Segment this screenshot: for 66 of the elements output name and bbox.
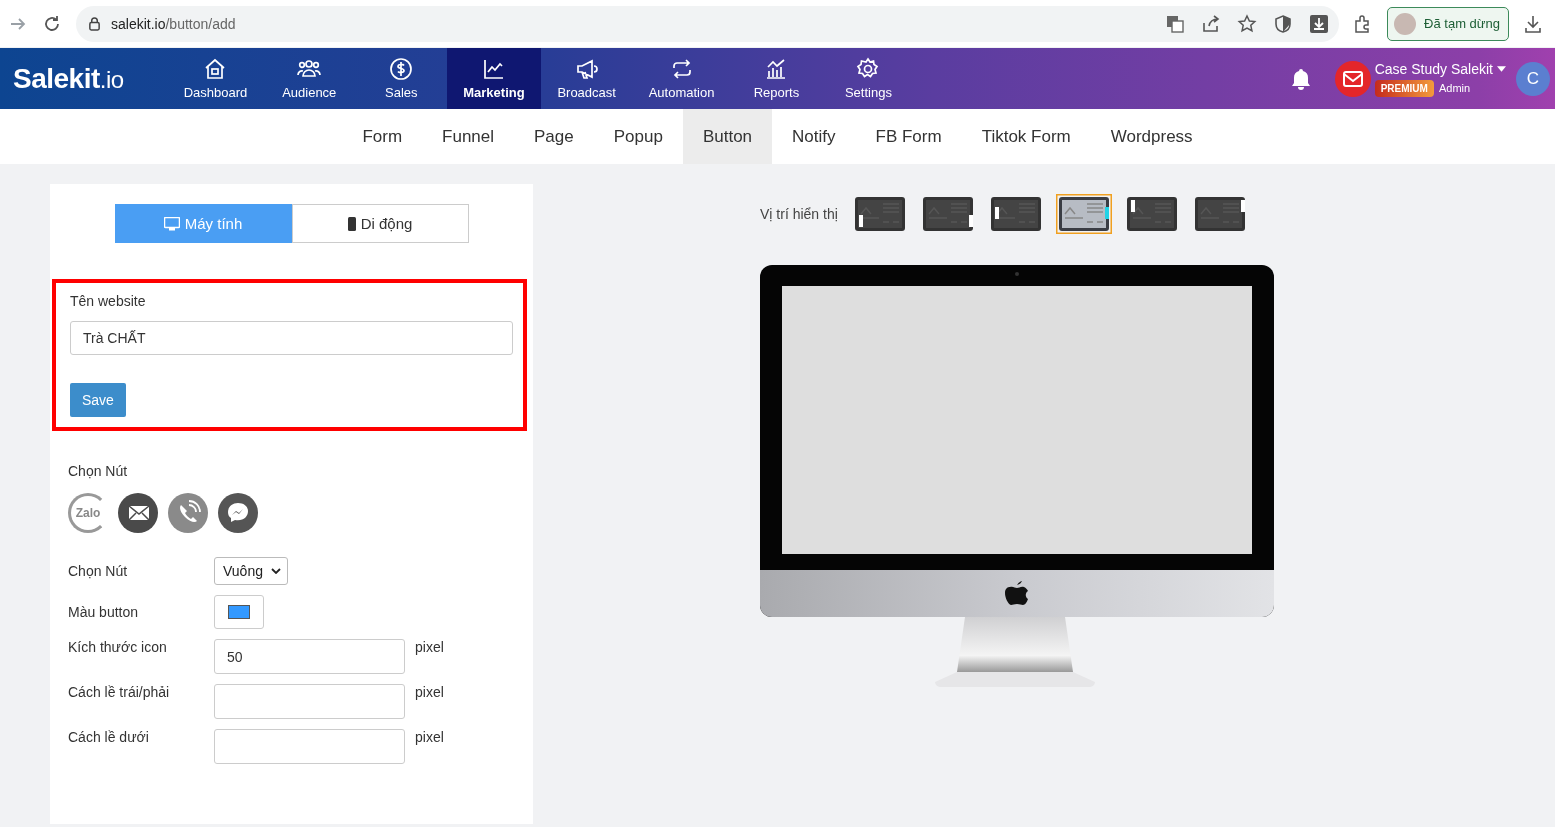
nav-item[interactable]: Automation [632, 48, 731, 109]
chart-icon [481, 57, 506, 81]
avatar-placeholder [1394, 12, 1417, 35]
setting-label: Kích thước icon [68, 639, 168, 655]
premium-badge: PREMIUM [1374, 79, 1434, 97]
messenger-button-icon[interactable] [218, 493, 258, 533]
translate-icon[interactable] [1165, 13, 1186, 34]
nav-item[interactable]: Dashboard [167, 48, 264, 109]
caret-icon[interactable] [1497, 65, 1506, 72]
section-label: Chọn Nút [68, 463, 129, 479]
position-label: Vị trí hiển thị [760, 206, 838, 222]
settings-icon [856, 57, 881, 81]
desktop-icon [163, 216, 180, 231]
share-icon[interactable] [1201, 13, 1222, 34]
save-button[interactable]: Save [70, 383, 126, 417]
unit-label: pixel [415, 684, 444, 700]
setting-label: Chọn Nút [68, 563, 129, 579]
unit-label: pixel [415, 639, 444, 655]
color-picker[interactable] [214, 595, 264, 629]
subnav-tab[interactable]: Wordpress [1090, 109, 1213, 164]
subnav-tab[interactable]: Tiktok Form [961, 109, 1091, 164]
phone-button-icon[interactable] [168, 493, 208, 533]
logo[interactable]: Salekit.io [0, 62, 168, 95]
dollar-icon [389, 57, 414, 81]
field-label: Tên website [70, 293, 146, 309]
subnav-tab[interactable]: Popup [593, 109, 683, 164]
pixel-input-field[interactable] [214, 684, 405, 719]
caret-icon [270, 568, 281, 574]
lock-icon [88, 16, 101, 31]
address-bar[interactable]: salekit.io/button/add [76, 5, 1340, 42]
shape-dropdown[interactable]: Vuông [214, 557, 288, 585]
download-icon[interactable] [1309, 13, 1330, 34]
download-icon[interactable] [1523, 13, 1543, 34]
mail-icon[interactable] [1334, 60, 1371, 97]
shield-icon[interactable] [1273, 13, 1294, 34]
setting-label: Cách lề dưới [68, 729, 150, 745]
subnav-tab[interactable]: Notify [772, 109, 856, 164]
nav-item[interactable]: Broadcast [540, 48, 633, 109]
subnav-tab[interactable]: Button [682, 109, 773, 164]
user-avatar[interactable]: C [1516, 61, 1550, 96]
pixel-input-field[interactable]: 50 [214, 639, 405, 674]
user-name[interactable]: Case Study Salekit [1374, 60, 1493, 77]
nav-item[interactable]: Marketing [447, 48, 541, 109]
nav-item[interactable]: Reports [730, 48, 823, 109]
nav-item[interactable]: Audience [263, 48, 356, 109]
nav-item[interactable]: Settings [822, 48, 915, 109]
subnav-tab[interactable]: Page [514, 109, 594, 164]
megaphone-icon [574, 57, 599, 81]
user-role: Admin [1438, 82, 1471, 94]
setting-label: Màu button [68, 604, 140, 620]
subnav-tab[interactable]: FB Form [855, 109, 962, 164]
reload-icon[interactable] [42, 13, 62, 34]
device-tab[interactable]: Di động [291, 204, 469, 243]
profile-button[interactable]: Đã tạm dừng [1387, 6, 1509, 41]
nav-item[interactable]: Sales [355, 48, 448, 109]
star-icon[interactable] [1237, 13, 1258, 34]
phone-icon [347, 216, 356, 231]
url-text: salekit.io/button/add [111, 15, 236, 32]
pixel-input-field[interactable] [214, 729, 405, 764]
unit-label: pixel [415, 729, 444, 745]
website-name-field[interactable]: Trà CHẤT [70, 321, 513, 356]
mail-button-icon[interactable] [118, 493, 158, 533]
subnav-tab[interactable]: Funnel [422, 109, 515, 164]
subnav-tab[interactable]: Form [342, 109, 423, 164]
position-option-icon[interactable] [1055, 194, 1112, 234]
setting-label: Cách lề trái/phải [68, 684, 171, 700]
